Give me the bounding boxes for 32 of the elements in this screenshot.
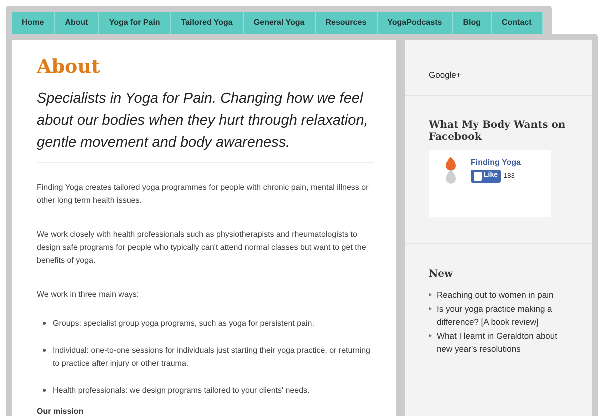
body-paragraph: Finding Yoga creates tailored yoga programmes for people with chronic pain, mental illness or other long term health issues. xyxy=(37,182,370,207)
nav-tab[interactable]: YogaPodcasts xyxy=(378,12,454,34)
nav-tab[interactable]: Blog xyxy=(453,12,492,34)
widget-heading: New xyxy=(429,269,454,281)
nav-tab[interactable]: Tailored Yoga xyxy=(171,12,244,34)
list-item: Groups: specialist group yoga programs, such as yoga for persistent pain. xyxy=(53,318,314,330)
post-link[interactable]: What I learnt in Geraldton about new year's resolutions xyxy=(437,330,574,356)
section-heading: Our mission xyxy=(37,407,85,416)
nav-tab[interactable]: Contact xyxy=(492,12,543,34)
triangle-bullet-icon xyxy=(429,307,432,311)
nav-tab[interactable]: Home xyxy=(12,12,56,34)
drop-logo-icon xyxy=(445,157,457,185)
post-link[interactable]: Is your yoga practice making a difference? [A book review] xyxy=(437,303,574,329)
post-link[interactable]: Reaching out to women in pain xyxy=(437,289,554,302)
body-paragraph: We work closely with health professionals such as physiotherapists and rheumatologists to design safe programs for people who typically can't attend normal classes but want to get the benefits of yoga. xyxy=(37,229,368,267)
list-item: Health professionals: we design programs tailored to your clients' needs. xyxy=(53,385,310,397)
widget-heading: What My Body Wants on Facebook xyxy=(429,120,567,144)
body-paragraph: We work in three main ways: xyxy=(37,289,140,301)
nav-tab[interactable]: Yoga for Pain xyxy=(99,12,172,34)
google-plus-link[interactable]: Google+ xyxy=(429,70,462,80)
nav-tab[interactable]: Resources xyxy=(316,12,378,34)
nav-tab[interactable]: General Yoga xyxy=(244,12,316,34)
bullet-icon xyxy=(43,389,46,392)
facebook-page-link[interactable]: Finding Yoga xyxy=(471,157,521,169)
list-item: Individual: one-to-one sessions for individuals just starting their yoga practice, or returning to practice after injury or other trauma. xyxy=(53,345,372,370)
page-title: About xyxy=(37,55,102,80)
triangle-bullet-icon xyxy=(429,293,432,297)
tagline: Specialists in Yoga for Pain. Changing how we feel about our bodies when they hurt through relaxation, gentle movement and body awareness. xyxy=(37,88,374,163)
bullet-icon xyxy=(43,349,46,352)
triangle-bullet-icon xyxy=(429,334,432,338)
nav-tab[interactable]: About xyxy=(55,12,100,34)
bullet-icon xyxy=(43,322,46,325)
